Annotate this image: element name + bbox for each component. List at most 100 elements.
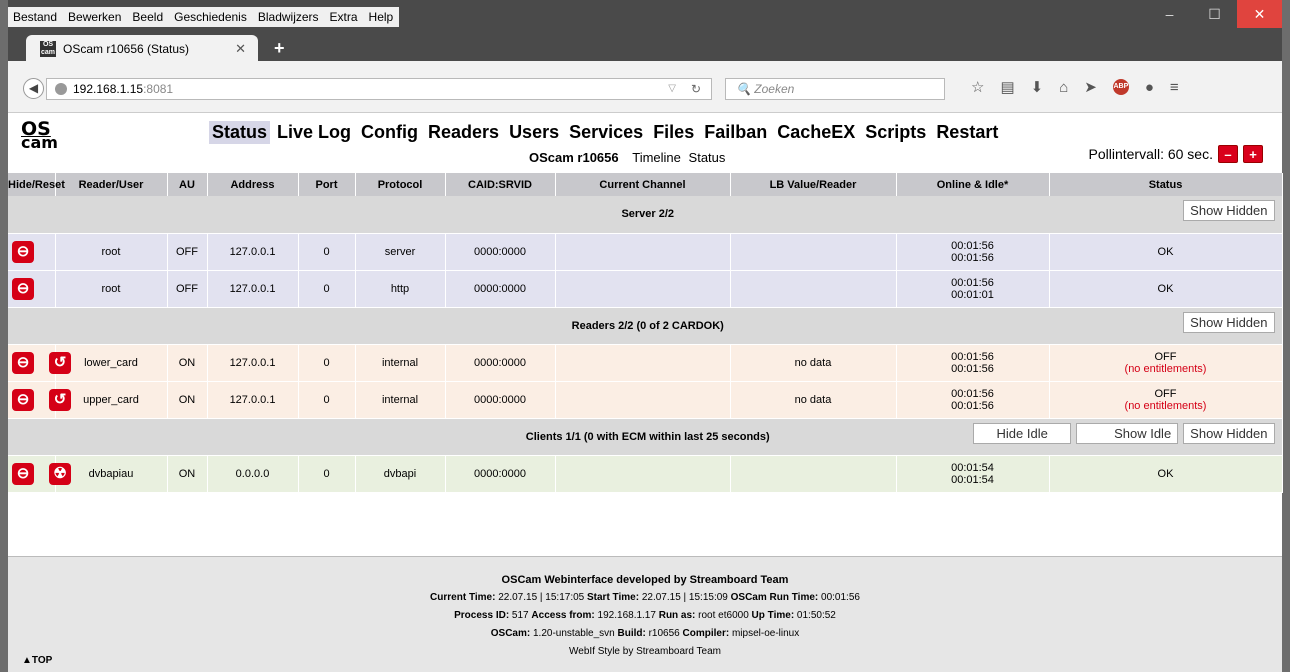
- send-icon[interactable]: ➤: [1084, 78, 1097, 96]
- poll-increase-button[interactable]: +: [1243, 145, 1263, 163]
- home-icon[interactable]: ⌂: [1059, 79, 1068, 96]
- zoom-out-icon[interactable]: ⊖: [12, 351, 34, 374]
- cell-name[interactable]: upper_card: [55, 381, 168, 419]
- footer-process: Process ID: 517 Access from: 192.168.1.1…: [454, 610, 836, 621]
- menu-bladwijzers[interactable]: Bladwijzers: [253, 7, 325, 27]
- menu-bar: Bestand Bewerken Beeld Geschiedenis Blad…: [8, 0, 1282, 28]
- tab-bar: OS cam OScam r10656 (Status) ✕ +: [8, 28, 1282, 62]
- menu-config[interactable]: Config: [358, 121, 421, 144]
- reload-icon[interactable]: ↻: [691, 79, 701, 99]
- cell-name[interactable]: dvbapiau: [55, 455, 168, 493]
- bookmark-star-icon[interactable]: ☆: [971, 78, 984, 96]
- cell-caid: 0000:0000: [445, 233, 556, 271]
- cell-name[interactable]: lower_card: [55, 344, 168, 382]
- radiation-icon[interactable]: ☢: [49, 462, 72, 485]
- tab-close-icon[interactable]: ✕: [235, 41, 246, 57]
- cell-online-idle: 00:01:56 00:01:01: [896, 270, 1050, 308]
- cell-channel: [555, 455, 731, 493]
- minimize-icon[interactable]: ‒: [1147, 0, 1192, 28]
- menu-help[interactable]: Help: [364, 7, 400, 27]
- menu-beeld[interactable]: Beeld: [127, 7, 169, 27]
- no-entitlements-link[interactable]: (no entitlements): [1125, 363, 1207, 375]
- section-title: Clients 1/1 (0 with ECM within last 25 s…: [525, 430, 770, 443]
- cell-lb: [730, 270, 897, 308]
- cell-port: 0: [298, 455, 356, 493]
- menu-readers[interactable]: Readers: [425, 121, 502, 144]
- menu-bestand[interactable]: Bestand: [8, 7, 63, 27]
- table-header: Hide/Reset Reader/User AU Address Port P…: [8, 173, 1283, 196]
- col-port: Port: [298, 173, 356, 196]
- hide-idle-button[interactable]: Hide Idle: [973, 422, 1072, 444]
- menu-extra[interactable]: Extra: [325, 7, 364, 27]
- menu-files[interactable]: Files: [650, 121, 697, 144]
- zoom-out-icon[interactable]: ⊖: [12, 277, 34, 300]
- back-arrow-icon[interactable]: ◀: [23, 78, 44, 99]
- zoom-out-icon[interactable]: ⊖: [12, 462, 34, 485]
- cell-status: OFF (no entitlements): [1049, 381, 1283, 419]
- close-icon[interactable]: ✕: [1237, 0, 1282, 28]
- cell-port: 0: [298, 233, 356, 271]
- cell-lb: no data: [730, 381, 897, 419]
- show-hidden-button[interactable]: Show Hidden: [1183, 200, 1275, 221]
- zoom-out-icon[interactable]: ⊖: [12, 388, 34, 411]
- dropdown-arrow-icon[interactable]: ▽: [668, 79, 676, 99]
- cell-address: 0.0.0.0: [207, 455, 299, 493]
- menu-live-log[interactable]: Live Log: [274, 121, 354, 144]
- search-input[interactable]: 🔍 Zoeken: [725, 78, 945, 100]
- download-icon[interactable]: ⬇: [1031, 78, 1044, 96]
- poll-label: Pollintervall: 60 sec.: [1088, 146, 1213, 162]
- col-au: AU: [167, 173, 208, 196]
- cell-lb: no data: [730, 344, 897, 382]
- cell-lb: [730, 233, 897, 271]
- section-readers: Readers 2/2 (0 of 2 CARDOK) Show Hidden: [8, 307, 1283, 345]
- globe-icon: [55, 83, 67, 95]
- menu-users[interactable]: Users: [506, 121, 562, 144]
- chat-icon[interactable]: ●: [1145, 79, 1154, 96]
- poll-decrease-button[interactable]: –: [1218, 145, 1238, 163]
- menu-status[interactable]: Status: [209, 121, 271, 144]
- col-status: Status: [1049, 173, 1283, 196]
- hamburger-menu-icon[interactable]: ≡: [1170, 79, 1179, 96]
- cell-protocol: internal: [355, 381, 446, 419]
- status-link[interactable]: Status: [689, 150, 726, 165]
- cell-name[interactable]: root: [55, 233, 168, 271]
- cell-address: 127.0.0.1: [207, 381, 299, 419]
- top-link[interactable]: ▲TOP: [22, 655, 52, 666]
- cell-online-idle: 00:01:56 00:01:56: [896, 381, 1050, 419]
- col-reader-user: Reader/User: [55, 173, 168, 196]
- table-row: ⊖ root OFF 127.0.0.1 0 server 0000:0000 …: [8, 233, 1283, 271]
- section-title: Readers 2/2 (0 of 2 CARDOK): [571, 319, 724, 332]
- footer-times: Current Time: 22.07.15 | 15:17:05 Start …: [430, 592, 860, 603]
- tab-oscam-status[interactable]: OS cam OScam r10656 (Status) ✕: [26, 35, 258, 62]
- menu-failban[interactable]: Failban: [701, 121, 770, 144]
- menu-restart[interactable]: Restart: [933, 121, 1001, 144]
- logo-line2: cam: [21, 133, 58, 152]
- menu-bewerken[interactable]: Bewerken: [63, 7, 127, 27]
- reading-list-icon[interactable]: ▤: [1000, 78, 1014, 96]
- col-lb-value: LB Value/Reader: [730, 173, 897, 196]
- menu-cacheex[interactable]: CacheEX: [774, 121, 858, 144]
- no-entitlements-link[interactable]: (no entitlements): [1125, 400, 1207, 412]
- menu-services[interactable]: Services: [566, 121, 646, 144]
- zoom-out-icon[interactable]: ⊖: [12, 240, 34, 263]
- cell-caid: 0000:0000: [445, 270, 556, 308]
- cell-port: 0: [298, 344, 356, 382]
- col-current-channel: Current Channel: [555, 173, 731, 196]
- cell-address: 127.0.0.1: [207, 270, 299, 308]
- menu-scripts[interactable]: Scripts: [862, 121, 929, 144]
- timeline-link[interactable]: Timeline: [632, 150, 681, 165]
- show-hidden-button[interactable]: Show Hidden: [1183, 422, 1275, 444]
- show-idle-button[interactable]: Show Idle: [1076, 422, 1179, 444]
- browser-window: Bestand Bewerken Beeld Geschiedenis Blad…: [8, 0, 1283, 672]
- col-address: Address: [207, 173, 299, 196]
- table-row: ⊖ root OFF 127.0.0.1 0 http 0000:0000 00…: [8, 270, 1283, 308]
- new-tab-icon[interactable]: +: [274, 38, 285, 59]
- maximize-icon[interactable]: ☐: [1192, 0, 1237, 28]
- menu-geschiedenis[interactable]: Geschiedenis: [169, 7, 253, 27]
- reset-icon[interactable]: ↺: [49, 351, 72, 374]
- adblock-icon[interactable]: ABP: [1112, 79, 1129, 95]
- show-hidden-button[interactable]: Show Hidden: [1183, 311, 1275, 333]
- reset-icon[interactable]: ↺: [49, 388, 72, 411]
- url-bar[interactable]: 192.168.1.15:8081 ▽ ↻: [46, 78, 712, 100]
- cell-name[interactable]: root: [55, 270, 168, 308]
